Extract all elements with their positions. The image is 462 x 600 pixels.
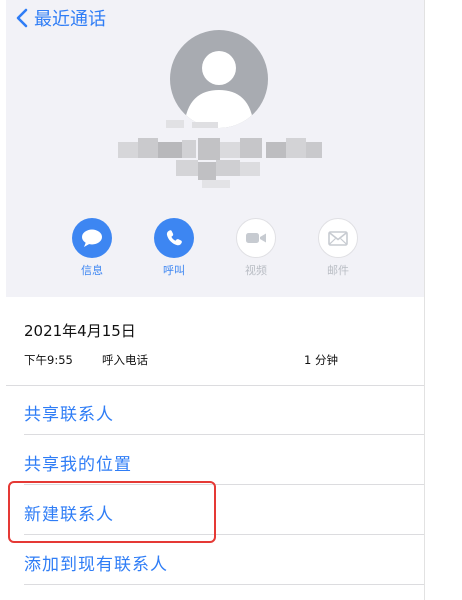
share-my-location-option[interactable]: 共享我的位置: [24, 450, 384, 475]
phone-icon: [166, 230, 182, 246]
back-button[interactable]: 最近通话: [16, 4, 106, 32]
divider: [24, 434, 424, 435]
call-time: 下午9:55: [24, 353, 73, 367]
call-action-circle: [154, 218, 194, 258]
share-contact-option[interactable]: 共享联系人: [24, 400, 384, 425]
message-bubble-icon: [82, 229, 102, 247]
contact-avatar: [170, 30, 268, 128]
contact-name-pixelated: [106, 120, 332, 198]
call-action-label: 呼叫: [163, 264, 185, 277]
video-action-circle: [236, 218, 276, 258]
person-silhouette-icon: [184, 51, 254, 128]
mail-action-label: 邮件: [327, 264, 349, 277]
contact-detail-screen: 最近通话 信息 呼叫 视频 邮件 2021年4月15日 下午9:55 呼入电话 …: [6, 0, 424, 600]
video-action[interactable]: 视频: [232, 218, 280, 278]
divider: [6, 385, 424, 386]
message-action-label: 信息: [81, 264, 103, 277]
chevron-left-icon: [16, 8, 28, 28]
frame-edge: [424, 0, 425, 600]
call-type: 呼入电话: [102, 353, 148, 367]
call-duration: 1 分钟: [304, 353, 338, 367]
back-button-label: 最近通话: [34, 9, 106, 30]
mail-envelope-icon: [328, 230, 348, 246]
add-to-existing-contact-option[interactable]: 添加到现有联系人: [24, 550, 384, 575]
divider: [24, 584, 424, 585]
video-camera-icon: [246, 233, 266, 243]
call-date: 2021年4月15日: [24, 322, 136, 340]
highlight-annotation-box: [8, 481, 216, 543]
video-action-label: 视频: [245, 264, 267, 277]
message-action[interactable]: 信息: [68, 218, 116, 278]
message-action-circle: [72, 218, 112, 258]
call-action[interactable]: 呼叫: [150, 218, 198, 278]
contact-header: 最近通话 信息 呼叫 视频 邮件: [6, 0, 424, 297]
mail-action-circle: [318, 218, 358, 258]
mail-action[interactable]: 邮件: [314, 218, 362, 278]
